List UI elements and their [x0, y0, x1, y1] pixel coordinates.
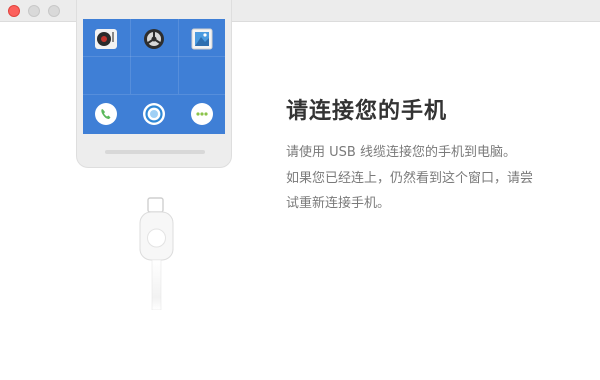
phone-screen: [83, 19, 225, 134]
music-player-icon: [94, 27, 118, 51]
phone-call-icon: [94, 102, 118, 126]
instruction-line-1: 请使用 USB 线缆连接您的手机到电脑。: [286, 145, 516, 160]
messages-icon: [190, 102, 214, 126]
maximize-button[interactable]: [48, 5, 60, 17]
instruction-line-3: 试重新连接手机。: [286, 196, 391, 211]
page-title: 请连接您的手机: [286, 99, 448, 124]
browser-icon: [142, 102, 166, 126]
minimize-button[interactable]: [28, 5, 40, 17]
app-window: 请连接您的手机 请使用 USB 线缆连接您的手机到电脑。 如果您已经连上，仍然看…: [0, 0, 600, 380]
close-button[interactable]: [8, 5, 20, 17]
phone-illustration: [76, 0, 232, 168]
phone-home-bar: [105, 150, 205, 154]
usb-cable-icon: [137, 190, 177, 311]
instruction-line-2: 如果您已经连上，仍然看到这个窗口，请尝: [286, 171, 534, 186]
settings-gear-icon: [142, 27, 166, 51]
gallery-icon: [190, 27, 214, 51]
